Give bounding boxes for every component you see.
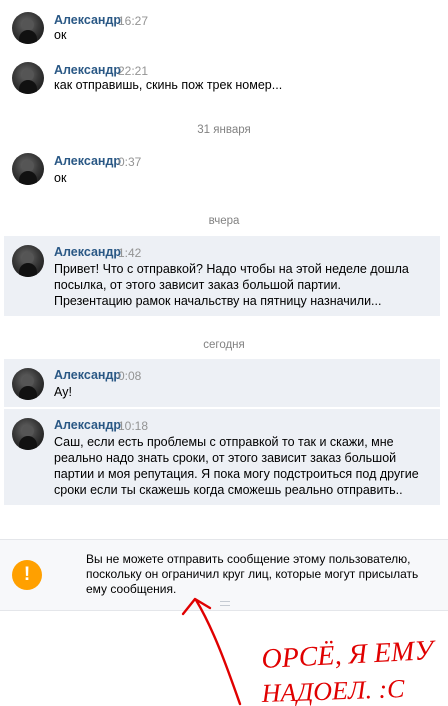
message-item-unread: Александр 0:08 Ау! xyxy=(4,359,440,407)
annotation-line-1: ОРСЁ, Я ЕМУ xyxy=(261,635,437,675)
message-item-unread: Александр 10:18 Саш, если есть проблемы … xyxy=(4,409,440,505)
message-time[interactable]: 22:21 xyxy=(118,64,148,78)
message-text-line: реально надо знать сроки, от этого завис… xyxy=(54,451,397,465)
arrow-annotation xyxy=(194,598,242,706)
message-text: ок xyxy=(54,171,67,185)
date-separator: сегодня xyxy=(203,339,245,351)
message-author[interactable]: Александр xyxy=(54,368,121,382)
annotation-line-2: НАДОЕЛ. :С xyxy=(260,674,405,706)
message-item: Александр 16:27 ок xyxy=(0,0,448,50)
handwritten-annotation: ОРСЁ, Я ЕМУ НАДОЕЛ. :С xyxy=(181,597,437,706)
notice-text-line: поскольку он ограничил круг лиц, которые… xyxy=(86,567,419,581)
avatar[interactable] xyxy=(12,368,44,400)
message-text: ок xyxy=(54,28,67,42)
message-author[interactable]: Александр xyxy=(54,13,121,27)
message-author[interactable]: Александр xyxy=(54,245,121,259)
avatar[interactable] xyxy=(12,418,44,450)
date-separator: вчера xyxy=(208,215,240,227)
avatar[interactable] xyxy=(12,62,44,94)
message-time[interactable]: 10:18 xyxy=(118,419,148,433)
message-author[interactable]: Александр xyxy=(54,154,121,168)
message-text-line: партии и моя репутация. Я пока могу подс… xyxy=(54,467,419,481)
date-separator: 31 января xyxy=(197,124,251,136)
message-text-line: Презентацию рамок начальству на пятницу … xyxy=(54,294,382,308)
message-text-line: посылка, от этого зависит заказ большой … xyxy=(54,278,341,292)
message-text-line: Саш, если есть проблемы с отправкой то т… xyxy=(54,435,394,449)
message-text: как отправишь, скинь пож трек номер... xyxy=(54,78,283,92)
notice-text-line: Вы не можете отправить сообщение этому п… xyxy=(86,552,411,566)
exclamation-icon: ! xyxy=(12,560,42,590)
message-text-line: сроки если ты скажешь когда сможешь реал… xyxy=(54,483,403,497)
message-time[interactable]: 0:37 xyxy=(118,155,141,169)
message-author[interactable]: Александр xyxy=(54,63,121,77)
message-author[interactable]: Александр xyxy=(54,418,121,432)
message-text: Ау! xyxy=(54,385,72,399)
message-item: Александр 22:21 как отправишь, скинь пож… xyxy=(0,50,448,110)
avatar[interactable] xyxy=(12,12,44,44)
message-time[interactable]: 1:42 xyxy=(118,246,141,260)
message-item: Александр 0:37 ок xyxy=(0,141,448,201)
message-time[interactable]: 0:08 xyxy=(118,369,141,383)
avatar[interactable] xyxy=(12,245,44,277)
message-text-line: Привет! Что с отправкой? Надо чтобы на э… xyxy=(54,262,409,276)
message-time[interactable]: 16:27 xyxy=(118,14,148,28)
message-item-unread: Александр 1:42 Привет! Что с отправкой? … xyxy=(4,236,440,316)
avatar[interactable] xyxy=(12,153,44,185)
arrow-head xyxy=(181,597,212,616)
